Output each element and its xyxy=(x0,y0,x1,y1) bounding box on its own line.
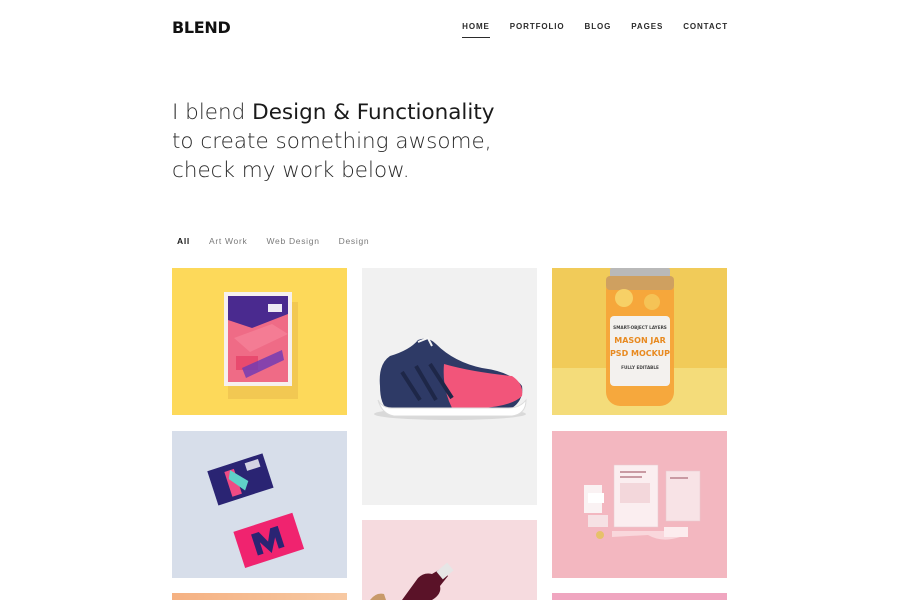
brand-logo[interactable]: BLEND xyxy=(172,18,231,37)
filter-all[interactable]: All xyxy=(177,236,190,246)
nav-pages[interactable]: PAGES xyxy=(631,22,663,38)
filter-web-design[interactable]: Web Design xyxy=(266,236,319,246)
portfolio-item-wine-bottle[interactable] xyxy=(362,520,537,600)
hero-line-3: check my work below. xyxy=(172,158,410,183)
portfolio-item-mason-jar[interactable]: SMART-OBJECT LAYERS MASON JAR PSD MOCKUP… xyxy=(552,268,727,415)
nav-blog[interactable]: BLOG xyxy=(585,22,612,38)
hero-line-2: to create something awsome, xyxy=(172,129,492,154)
portfolio-item-sneaker[interactable] xyxy=(362,268,537,505)
sneaker-image xyxy=(374,336,527,420)
stationery-image xyxy=(584,464,701,540)
business-cards-image xyxy=(207,453,305,569)
nav-portfolio[interactable]: PORTFOLIO xyxy=(510,22,565,38)
jar-label-title1: MASON JAR xyxy=(614,336,666,345)
filter-design[interactable]: Design xyxy=(339,236,370,246)
portfolio-item-next-left[interactable] xyxy=(172,593,347,600)
nav-contact[interactable]: CONTACT xyxy=(683,22,728,38)
hero-line-1: I blend Design & Functionality xyxy=(172,98,592,127)
jar-label-title2: PSD MOCKUP xyxy=(610,349,670,358)
hero-line-1-prefix: I blend xyxy=(172,100,253,125)
portfolio-item-poster[interactable] xyxy=(172,268,347,415)
poster-image xyxy=(224,292,298,399)
portfolio-item-next-right[interactable] xyxy=(552,593,727,600)
jar-label-top: SMART-OBJECT LAYERS xyxy=(613,325,667,330)
portfolio-item-stationery[interactable] xyxy=(552,431,727,578)
portfolio-filters: All Art Work Web Design Design xyxy=(177,236,369,246)
wine-bottle-image xyxy=(370,562,454,600)
portfolio-item-business-cards[interactable] xyxy=(172,431,347,578)
filter-art-work[interactable]: Art Work xyxy=(209,236,248,246)
jar-label-bottom: FULLY EDITABLE xyxy=(621,365,659,370)
main-nav: HOME PORTFOLIO BLOG PAGES CONTACT xyxy=(462,22,728,38)
mason-jar-image: SMART-OBJECT LAYERS MASON JAR PSD MOCKUP… xyxy=(552,268,727,415)
hero-line-1-strong: Design & Functionality xyxy=(252,100,495,125)
hero-heading: I blend Design & Functionality to create… xyxy=(172,98,592,185)
nav-home[interactable]: HOME xyxy=(462,22,490,38)
